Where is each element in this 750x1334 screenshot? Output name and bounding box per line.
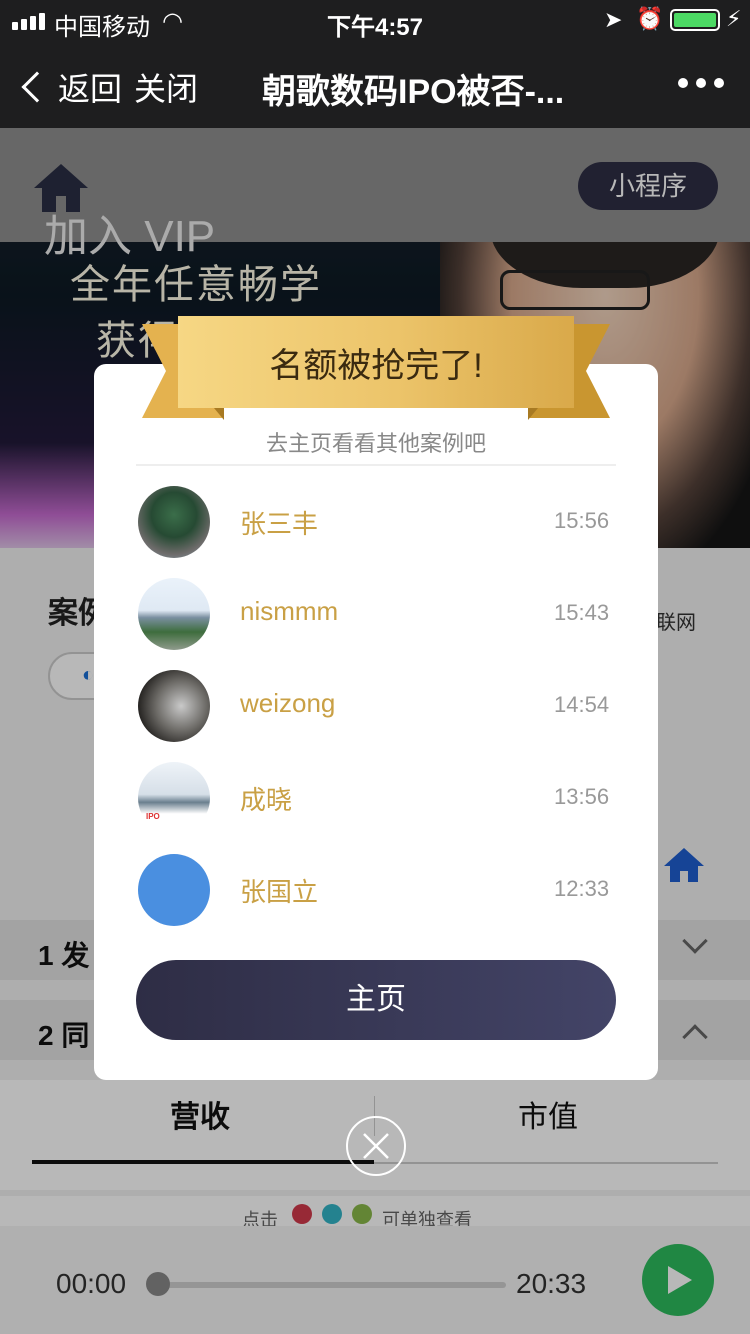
- page-title: 朝歌数码IPO被否-...: [262, 73, 565, 111]
- join-time: 15:43: [554, 600, 610, 625]
- dialog-ribbon: 名额被抢完了!: [142, 316, 610, 420]
- join-time: 12:33: [554, 876, 610, 901]
- dialog-title: 名额被抢完了!: [269, 347, 483, 385]
- join-time: 15:56: [554, 508, 610, 533]
- join-time: 14:54: [554, 692, 610, 717]
- home-button[interactable]: 主页: [136, 960, 616, 1040]
- alarm-icon: ⏰: [636, 6, 664, 31]
- quota-full-dialog: 去主页看看其他案例吧 张三丰 15:56 nismmm 15:43 weizon…: [94, 364, 658, 1080]
- dialog-divider: [136, 464, 616, 466]
- avatar: IPO: [138, 762, 210, 834]
- close-page-button[interactable]: 关闭: [134, 64, 198, 110]
- ribbon-fold-left: [214, 408, 224, 420]
- user-name: nismmm: [240, 596, 339, 626]
- chevron-left-icon: [21, 71, 53, 103]
- nav-bar: 返回 关闭 朝歌数码IPO被否-...: [0, 40, 750, 128]
- charging-icon: ⚡: [726, 6, 742, 31]
- back-button[interactable]: 返回: [20, 64, 122, 110]
- user-name: 张三丰: [240, 509, 319, 539]
- close-icon: [363, 1133, 389, 1159]
- dialog-subtitle: 去主页看看其他案例吧: [265, 431, 486, 456]
- user-name: 张国立: [240, 877, 319, 907]
- more-options-icon[interactable]: [678, 78, 724, 88]
- location-icon: ➤: [604, 7, 623, 32]
- list-item[interactable]: IPO 成晓 13:56: [94, 762, 658, 854]
- list-item[interactable]: 张三丰 15:56: [94, 486, 658, 578]
- join-time: 13:56: [554, 784, 610, 809]
- list-item[interactable]: 张国立 12:33: [94, 854, 658, 946]
- back-label: 返回: [58, 71, 123, 107]
- avatar: [138, 578, 210, 650]
- user-name: 成晓: [240, 785, 293, 815]
- avatar: [138, 854, 210, 926]
- list-item[interactable]: weizong 14:54: [94, 670, 658, 762]
- avatar: [138, 670, 210, 742]
- battery-icon: [670, 9, 720, 31]
- avatar-tag: IPO: [146, 812, 160, 821]
- avatar: [138, 486, 210, 558]
- list-item[interactable]: nismmm 15:43: [94, 578, 658, 670]
- user-name: weizong: [240, 688, 336, 718]
- status-bar: 中国移动 ◠ 下午4:57 ➤ ⏰ ⚡: [0, 0, 750, 41]
- dialog-close-button[interactable]: [346, 1116, 406, 1176]
- ribbon-fold-right: [528, 408, 538, 420]
